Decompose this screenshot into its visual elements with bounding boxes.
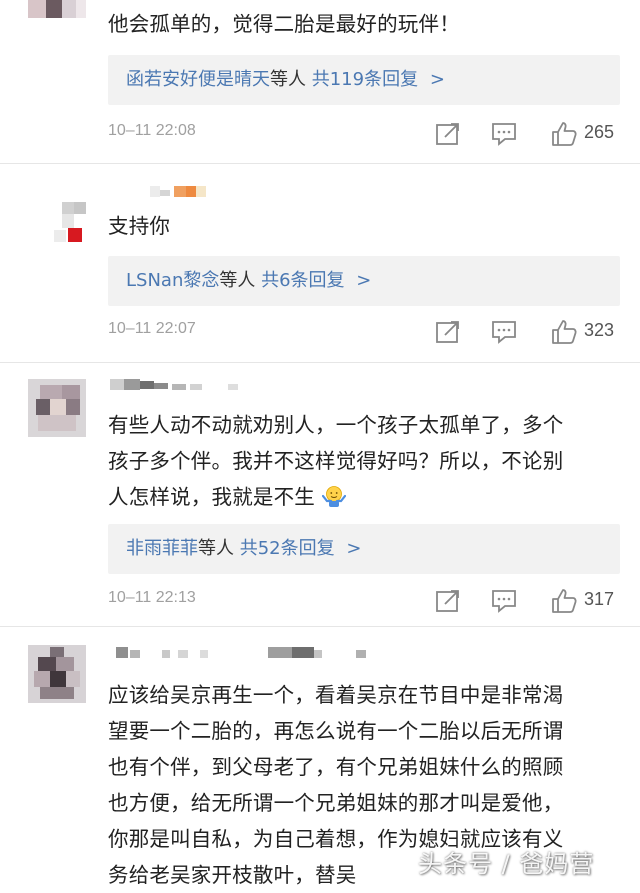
avatar[interactable]	[28, 645, 86, 703]
timestamp: 10–11 22:08	[108, 122, 196, 139]
timestamp: 10–11 22:13	[108, 589, 196, 606]
comment-text-line: 人怎样说，我就是不生	[108, 479, 618, 519]
reply-suffix: 等人	[219, 270, 256, 291]
reply-suffix: 等人	[198, 538, 234, 559]
replies-link[interactable]: 函若安好便是晴天等人 共119条回复 >	[108, 55, 620, 105]
comment-meta: 10–11 22:08 265	[108, 120, 620, 150]
avatar[interactable]	[28, 202, 86, 260]
reply-suffix: 等人	[270, 69, 306, 90]
comment-text-line: 应该给吴京再生一个，看着吴京在节目中是非常渴	[108, 683, 564, 707]
comment-text: 支持你	[108, 214, 171, 238]
replies-link[interactable]: LSNan黎念等人 共6条回复 >	[108, 256, 620, 306]
share-icon[interactable]	[434, 587, 464, 617]
reply-user-name[interactable]: 函若安好便是晴天	[126, 69, 270, 90]
comment-text-line: 望要一个二胎的，再怎么说有一个二胎以后无所谓	[108, 719, 564, 743]
like-icon[interactable]	[550, 318, 580, 348]
comment-text-fragment: 人怎样说，我就是不生	[108, 485, 315, 509]
username-redacted[interactable]	[110, 379, 250, 401]
comment-text-line: 也有个伴，到父母老了，有个兄弟姐妹什么的照顾	[108, 755, 564, 779]
like-icon[interactable]	[550, 120, 580, 150]
chevron-right-icon: >	[346, 538, 362, 559]
comment-text-line: 孩子多个伴。我并不这样觉得好吗？所以，不论别	[108, 449, 564, 473]
reply-user-name[interactable]: LSNan黎念	[126, 270, 219, 291]
like-count: 317	[584, 589, 615, 609]
share-icon[interactable]	[434, 120, 464, 150]
like-count: 265	[584, 122, 615, 142]
comment-text-line: 有些人动不动就劝别人，一个孩子太孤单了，多个	[108, 413, 564, 437]
share-icon[interactable]	[434, 318, 464, 348]
reply-count[interactable]: 共6条回复	[261, 270, 344, 291]
comment-icon[interactable]	[490, 120, 520, 150]
comment-icon[interactable]	[490, 318, 520, 348]
reply-user-name[interactable]: 非雨菲菲	[126, 538, 198, 559]
username-redacted[interactable]	[110, 186, 220, 208]
avatar[interactable]	[28, 379, 86, 437]
reply-count[interactable]: 共52条回复	[240, 538, 335, 559]
comment-meta: 10–11 22:07 323	[108, 318, 620, 348]
comment-feed: 他会孤单的，觉得二胎是最好的玩伴！ 函若安好便是晴天等人 共119条回复 > 1…	[0, 0, 640, 893]
watermark: 头条号 / 爸妈营	[418, 850, 595, 878]
reply-count[interactable]: 共119条回复	[312, 69, 418, 90]
avatar[interactable]	[28, 0, 86, 38]
comment-item: 支持你 LSNan黎念等人 共6条回复 > 10–11 22:07 323	[0, 164, 640, 362]
like-icon[interactable]	[550, 587, 580, 617]
shrug-emoji-icon	[321, 483, 346, 519]
comment-item: 他会孤单的，觉得二胎是最好的玩伴！ 函若安好便是晴天等人 共119条回复 > 1…	[0, 0, 640, 160]
comment-item: 有些人动不动就劝别人，一个孩子太孤单了，多个 孩子多个伴。我并不这样觉得好吗？所…	[0, 363, 640, 625]
comment-meta: 10–11 22:13 317	[108, 587, 620, 617]
like-count: 323	[584, 320, 615, 340]
comment-text: 他会孤单的，觉得二胎是最好的玩伴！	[108, 12, 460, 36]
comment-text-line: 也方便，给无所谓一个兄弟姐妹的那才叫是爱他，	[108, 791, 564, 815]
chevron-right-icon: >	[429, 69, 445, 90]
comment-text: 有些人动不动就劝别人，一个孩子太孤单了，多个 孩子多个伴。我并不这样觉得好吗？所…	[108, 407, 618, 519]
replies-link[interactable]: 非雨菲菲等人 共52条回复 >	[108, 524, 620, 574]
comment-icon[interactable]	[490, 587, 520, 617]
chevron-right-icon: >	[356, 270, 372, 291]
username-redacted[interactable]	[110, 647, 380, 669]
timestamp: 10–11 22:07	[108, 320, 196, 337]
